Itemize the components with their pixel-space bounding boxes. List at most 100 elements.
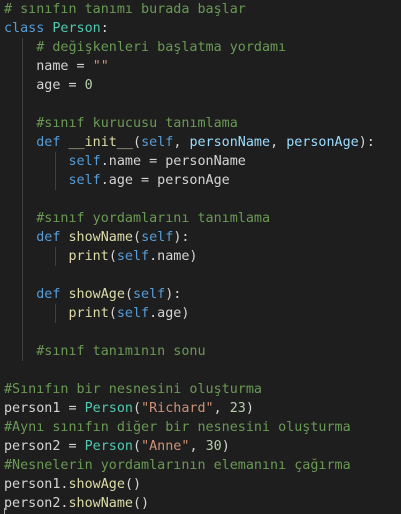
code-line: def __init__(self, personName, personAge… bbox=[0, 133, 401, 152]
number-literal: 0 bbox=[84, 78, 93, 93]
punctuation: , bbox=[270, 135, 287, 150]
function-name: showName bbox=[68, 230, 134, 245]
code-line: # değişkenleri başlatma yordamı bbox=[0, 38, 401, 57]
code-line: self.age = personAge bbox=[0, 171, 401, 190]
indent-guide bbox=[22, 209, 23, 228]
punctuation: ): bbox=[165, 287, 182, 302]
code-line bbox=[0, 266, 401, 285]
code-text: .name) bbox=[149, 249, 198, 264]
punctuation: ) bbox=[221, 439, 230, 454]
string-literal: "Anne" bbox=[141, 439, 190, 454]
code-line: def showName(self): bbox=[0, 228, 401, 247]
code-text: .age) bbox=[149, 306, 190, 321]
self-param: self bbox=[133, 287, 166, 302]
punctuation: () bbox=[124, 477, 142, 492]
indent-guide bbox=[22, 342, 23, 361]
keyword: def bbox=[36, 135, 61, 150]
code-line: name = "" bbox=[0, 57, 401, 76]
self-keyword: self bbox=[68, 173, 101, 188]
code-line: person2.showName() bbox=[0, 494, 401, 513]
code-text: .name = personName bbox=[100, 154, 246, 169]
indent-guide bbox=[22, 304, 23, 323]
comment: # sınıfın tanımı burada başlar bbox=[4, 2, 246, 17]
string-literal: "" bbox=[92, 59, 109, 74]
code-line bbox=[0, 190, 401, 209]
indent-guide bbox=[22, 152, 23, 171]
keyword: def bbox=[36, 287, 61, 302]
code-editor[interactable]: # sınıfın tanımı burada başlar class Per… bbox=[0, 0, 401, 514]
punctuation: , bbox=[173, 135, 190, 150]
indent-guide bbox=[55, 247, 56, 266]
punctuation: ( bbox=[133, 230, 142, 245]
indent-guide bbox=[22, 133, 23, 152]
comment: #Nesnelerin yordamlarının elemanını çağı… bbox=[4, 458, 351, 473]
code-text: name = bbox=[36, 59, 93, 74]
code-line: #Nesnelerin yordamlarının elemanını çağı… bbox=[0, 456, 401, 475]
punctuation: ( bbox=[124, 287, 133, 302]
code-text: person1. bbox=[4, 477, 69, 492]
number-literal: 23 bbox=[229, 401, 246, 416]
builtin-function: print bbox=[68, 249, 109, 264]
method-call: showName bbox=[68, 496, 134, 511]
class-name: Person bbox=[52, 21, 101, 36]
indent-guide bbox=[22, 95, 23, 114]
method-call: showAge bbox=[68, 477, 125, 492]
punctuation: ) bbox=[245, 401, 254, 416]
self-keyword: self bbox=[116, 249, 150, 264]
indent-guide bbox=[22, 190, 23, 209]
self-keyword: self bbox=[68, 154, 101, 169]
indent-guide bbox=[55, 171, 56, 190]
indent-guide bbox=[22, 247, 23, 266]
code-text: person1 = bbox=[4, 401, 85, 416]
code-line: def showAge(self): bbox=[0, 285, 401, 304]
comment: #Aynı sınıfın diğer bir nesnesini oluştu… bbox=[4, 420, 351, 435]
indent-guide bbox=[22, 228, 23, 247]
comment: #Sınıfın bir nesnesini oluşturma bbox=[4, 382, 262, 397]
comment: # değişkenleri başlatma yordamı bbox=[36, 40, 287, 55]
code-text: .age = personAge bbox=[100, 173, 230, 188]
punctuation: ( bbox=[108, 249, 117, 264]
comment: #sınıf yordamlarını tanımlama bbox=[36, 211, 271, 226]
indent-guide bbox=[22, 38, 23, 57]
punctuation: ): bbox=[358, 135, 375, 150]
punctuation: : bbox=[100, 21, 109, 36]
punctuation: ( bbox=[108, 306, 117, 321]
class-name: Person bbox=[84, 401, 133, 416]
code-line: person1.showAge() bbox=[0, 475, 401, 494]
code-line: person2 = Person("Anne", 30) bbox=[0, 437, 401, 456]
indent-guide bbox=[22, 285, 23, 304]
code-line: #sınıf tanımının sonu bbox=[0, 342, 401, 361]
code-line: age = 0 bbox=[0, 76, 401, 95]
code-line: class Person: bbox=[0, 19, 401, 38]
self-param: self bbox=[141, 135, 174, 150]
class-name: Person bbox=[84, 439, 133, 454]
punctuation: () bbox=[133, 496, 150, 511]
parameter: personName bbox=[189, 135, 271, 150]
code-line: #sınıf yordamlarını tanımlama bbox=[0, 209, 401, 228]
indent-guide bbox=[55, 304, 56, 323]
comment: #sınıf kurucusu tanımlama bbox=[36, 116, 238, 131]
keyword: class bbox=[4, 21, 45, 36]
indent-guide bbox=[22, 171, 23, 190]
builtin-function: print bbox=[68, 306, 109, 321]
comment: #sınıf tanımının sonu bbox=[36, 344, 206, 359]
self-keyword: self bbox=[116, 306, 150, 321]
punctuation: ( bbox=[133, 401, 142, 416]
code-line: self.name = personName bbox=[0, 152, 401, 171]
indent-guide bbox=[22, 114, 23, 133]
code-line: print(self.age) bbox=[0, 304, 401, 323]
text-cursor bbox=[4, 508, 5, 514]
code-line: # sınıfın tanımı burada başlar bbox=[0, 0, 401, 19]
code-line: #Sınıfın bir nesnesini oluşturma bbox=[0, 380, 401, 399]
code-line: #Aynı sınıfın diğer bir nesnesini oluştu… bbox=[0, 418, 401, 437]
function-name: showAge bbox=[68, 287, 125, 302]
punctuation: , bbox=[189, 439, 206, 454]
indent-guide bbox=[22, 266, 23, 285]
number-literal: 30 bbox=[205, 439, 222, 454]
punctuation: ( bbox=[133, 135, 142, 150]
code-line: print(self.name) bbox=[0, 247, 401, 266]
code-text: person2. bbox=[4, 496, 69, 511]
code-line bbox=[0, 95, 401, 114]
code-line: person1 = Person("Richard", 23) bbox=[0, 399, 401, 418]
